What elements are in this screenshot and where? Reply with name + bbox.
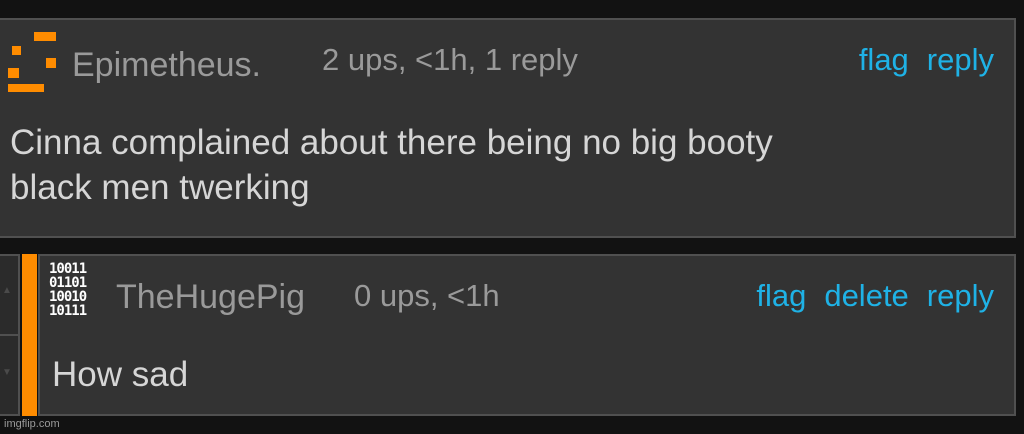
user-avatar[interactable] [6, 32, 56, 94]
comment-meta: 2 ups, <1h, 1 reply [322, 42, 578, 77]
flag-link[interactable]: flag [859, 42, 909, 78]
comment-actions: flag delete reply [756, 278, 994, 314]
comment-actions: flag reply [859, 42, 994, 78]
watermark: imgflip.com [4, 418, 60, 430]
downvote-arrow-icon[interactable]: ▼ [2, 368, 12, 378]
binary-avatar-text: 10011 01101 10010 10111 [49, 261, 87, 319]
flag-link[interactable]: flag [756, 278, 806, 314]
comment-body-line: Cinna complained about there being no bi… [10, 123, 773, 162]
vote-gutter: ▲ ▼ [0, 254, 20, 416]
comment-thehugepig: 10011 01101 10010 10111 TheHugePig 0 ups… [38, 254, 1016, 416]
gutter-divider [0, 334, 18, 336]
reply-link[interactable]: reply [927, 42, 994, 78]
comment-body-line: black men twerking [10, 168, 310, 207]
reply-link[interactable]: reply [927, 278, 994, 314]
comment-username[interactable]: TheHugePig [116, 278, 305, 317]
pixel-avatar-icon [8, 32, 56, 92]
comment-thread: Epimetheus. 2 ups, <1h, 1 reply flag rep… [0, 0, 1024, 434]
comment-meta: 0 ups, <1h [354, 278, 500, 313]
upvote-arrow-icon[interactable]: ▲ [2, 286, 12, 296]
delete-link[interactable]: delete [824, 278, 908, 314]
comment-epimetheus: Epimetheus. 2 ups, <1h, 1 reply flag rep… [0, 18, 1016, 238]
comment-body: How sad [52, 355, 189, 394]
comment-username[interactable]: Epimetheus. [72, 46, 261, 85]
own-comment-indicator [22, 254, 37, 416]
user-avatar[interactable]: 10011 01101 10010 10111 [49, 262, 107, 326]
comment-body: Cinna complained about there being no bi… [10, 120, 1000, 210]
